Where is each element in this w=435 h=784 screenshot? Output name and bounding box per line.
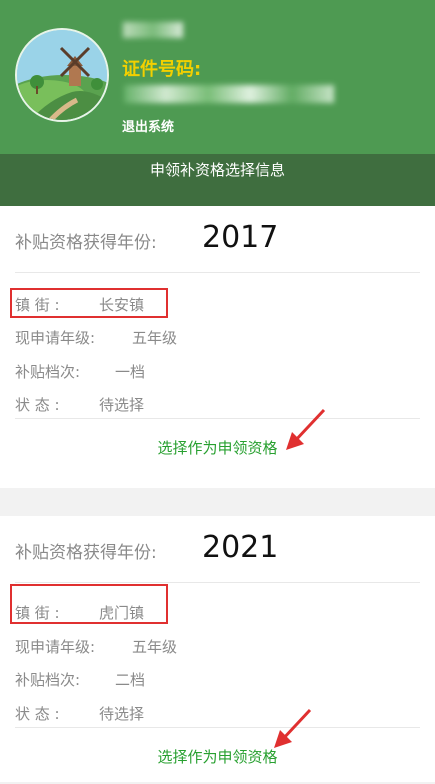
town-value: 虎门镇 [99,604,145,622]
card-separator [0,488,435,516]
logout-link[interactable]: 退出系统 [122,116,174,135]
tier-value: 二档 [115,671,146,689]
red-arrow-icon [286,408,326,450]
year-label: 补贴资格获得年份: [15,233,157,253]
year-row: 补贴资格获得年份: 2017 [15,206,420,273]
tier-value: 一档 [115,363,146,381]
year-label: 补贴资格获得年份: [15,543,157,563]
status-value: 待选择 [99,396,145,414]
action-row: 选择作为申领资格 [15,727,420,784]
select-qualification-button[interactable]: 选择作为申领资格 [15,437,420,458]
town-label: 镇 街 : [15,296,60,314]
grade-value: 五年级 [132,638,178,656]
status-label: 状 态 : [15,396,60,414]
action-row: 选择作为申领资格 [15,418,420,475]
section-title: 申领补资格选择信息 [0,154,435,206]
windmill-landscape-icon [17,30,107,120]
redacted-id-number [124,85,334,103]
tier-label: 补贴档次: [15,671,81,689]
select-qualification-button[interactable]: 选择作为申领资格 [15,746,420,767]
town-value: 长安镇 [99,296,145,314]
avatar [15,28,109,122]
header: 证件号码: 退出系统 [0,0,435,154]
grade-label: 现申请年级: [15,329,96,347]
qualification-card: 补贴资格获得年份: 2021 镇 街 : 虎门镇 现申请年级: 五年级 补贴档次… [0,516,435,782]
id-label: 证件号码: [122,59,202,80]
qualification-card: 补贴资格获得年份: 2017 镇 街 : 长安镇 现申请年级: 五年级 补贴档次… [0,206,435,488]
grade-label: 现申请年级: [15,638,96,656]
year-value: 2017 [202,220,279,255]
status-value: 待选择 [99,705,145,723]
tier-label: 补贴档次: [15,363,81,381]
grade-value: 五年级 [132,329,178,347]
status-label: 状 态 : [15,705,60,723]
year-row: 补贴资格获得年份: 2021 [15,516,420,583]
year-value: 2021 [202,530,279,565]
town-label: 镇 街 : [15,604,60,622]
red-arrow-icon [274,708,312,748]
redacted-name [123,22,183,38]
